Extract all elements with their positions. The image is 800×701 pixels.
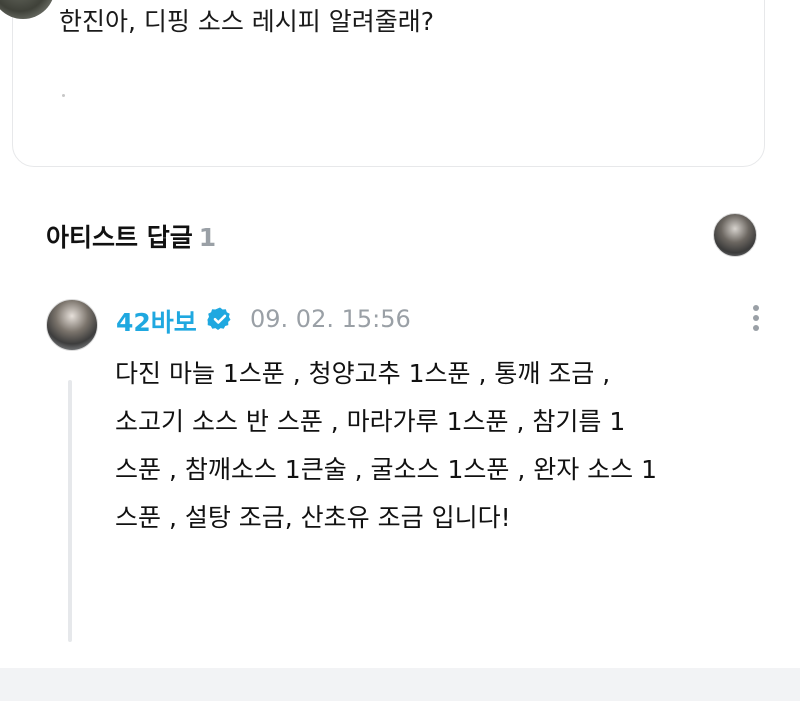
comment-thread-screen: sammoreo180 🍀 🍀 🍀 • • 한진아, 디핑 소스 레시피 알려줄…	[0, 0, 800, 701]
fan-comment-card: sammoreo180 🍀 🍀 🍀 • • 한진아, 디핑 소스 레시피 알려줄…	[0, 0, 765, 167]
reply-line: 소고기 소스 반 스푼 , 마라가루 1스푼 , 참기름 1	[115, 407, 626, 436]
reply-text: 다진 마늘 1스푼 , 청양고추 1스푼 , 통깨 조금 , 소고기 소스 반 …	[115, 350, 770, 542]
reply-line: 다진 마늘 1스푼 , 청양고추 1스푼 , 통깨 조금 ,	[115, 359, 611, 388]
reply-timestamp: 09. 02. 15:56	[250, 305, 411, 333]
reply-line: 스푼 , 참깨소스 1큰술 , 굴소스 1스푼 , 완자 소스 1	[115, 455, 658, 484]
artist-replies-label: 아티스트 답글	[46, 223, 193, 252]
artist-avatar-small[interactable]	[713, 213, 757, 257]
artist-replies-title: 아티스트 답글 1	[46, 218, 216, 254]
artist-avatar[interactable]	[46, 299, 98, 351]
more-options-icon[interactable]	[748, 305, 764, 333]
verified-badge-icon	[207, 307, 231, 330]
artist-replies-count: 1	[198, 223, 217, 252]
decorative-dot	[62, 94, 65, 97]
artist-name[interactable]: 42바보	[116, 303, 197, 339]
fan-avatar[interactable]	[0, 0, 55, 19]
reply-line: 스푼 , 설탕 조금, 산초유 조금 입니다!	[115, 503, 511, 532]
fan-comment-text: 한진아, 디핑 소스 레시피 알려줄래?	[59, 7, 435, 36]
bottom-divider-bar	[0, 668, 800, 701]
thread-line	[68, 380, 72, 642]
